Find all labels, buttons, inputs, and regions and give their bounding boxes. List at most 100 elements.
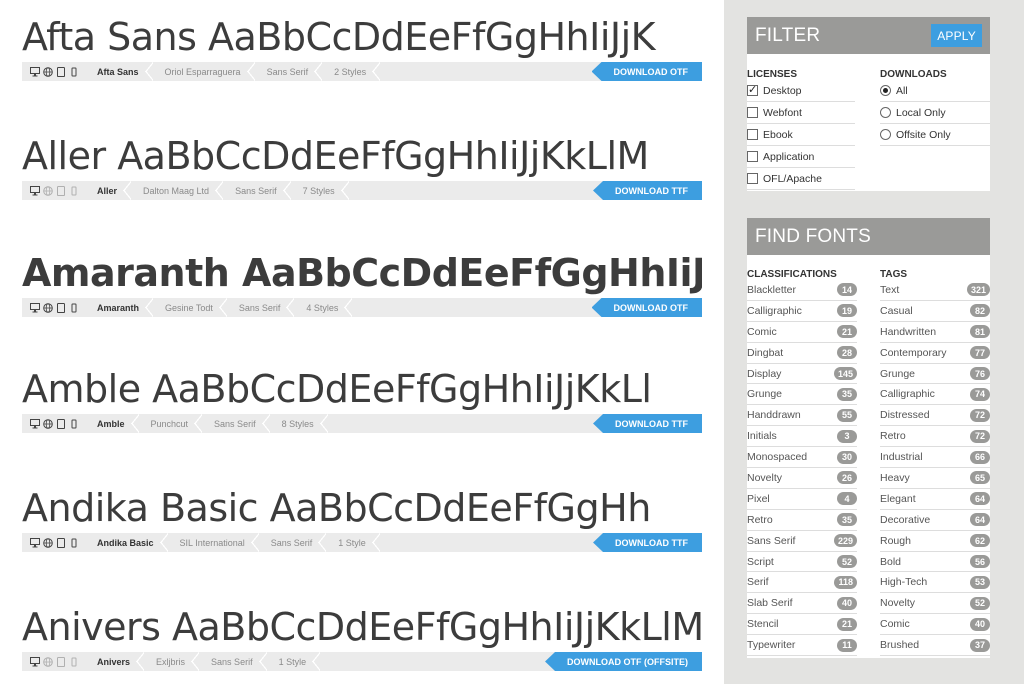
designer-link[interactable]: Exljbris xyxy=(144,652,200,671)
download-button[interactable]: DOWNLOAD OTF xyxy=(591,298,702,317)
tag-link[interactable]: Text 321 xyxy=(880,280,990,301)
tag-link-label[interactable]: Brushed xyxy=(880,639,919,651)
font-sample[interactable]: Amaranth AaBbCcDdEeFfGgHhIiJjKkL xyxy=(22,250,702,296)
classification-link[interactable]: Script 52 xyxy=(747,552,857,573)
tag-link-label[interactable]: Rough xyxy=(880,535,911,547)
classification-link[interactable]: Blackletter 14 xyxy=(747,280,857,301)
checkbox[interactable] xyxy=(747,83,758,96)
font-sample[interactable]: Andika Basic AaBbCcDdEeFfGgHh xyxy=(22,485,702,531)
download-button[interactable]: DOWNLOAD TTF xyxy=(593,414,702,433)
classification-link[interactable]: Sans Serif xyxy=(223,181,291,200)
classification-link-label[interactable]: Comic xyxy=(747,326,777,338)
classification-link[interactable]: Slab Serif 40 xyxy=(747,593,857,615)
font-name-link[interactable]: Anivers xyxy=(85,652,145,671)
designer-link[interactable]: SIL International xyxy=(168,533,259,552)
classification-link[interactable]: Sans Serif 229 xyxy=(747,531,857,552)
classification-link[interactable]: Novelty 26 xyxy=(747,468,857,489)
classification-link[interactable]: Serif 118 xyxy=(747,572,857,594)
classification-link[interactable]: Dingbat 28 xyxy=(747,343,857,364)
classification-link-label[interactable]: Dingbat xyxy=(747,347,783,359)
classification-link[interactable]: Sans Serif xyxy=(255,62,323,81)
styles-link[interactable]: 7 Styles xyxy=(291,181,349,200)
license-option[interactable]: OFL/Apache xyxy=(747,168,855,190)
tag-link[interactable]: Brushed 37 xyxy=(880,635,990,657)
tag-link[interactable]: Distressed 72 xyxy=(880,405,990,427)
tag-link-label[interactable]: Industrial xyxy=(880,451,923,463)
classification-link-label[interactable]: Monospaced xyxy=(747,451,807,463)
classification-link[interactable]: Grunge 35 xyxy=(747,384,857,406)
font-sample[interactable]: Amble AaBbCcDdEeFfGgHhIiJjKkLl xyxy=(22,366,702,412)
font-sample[interactable]: Aller AaBbCcDdEeFfGgHhIiJjKkLlM xyxy=(22,133,702,179)
tag-link-label[interactable]: Text xyxy=(880,284,899,296)
font-name-link[interactable]: Andika Basic xyxy=(85,533,168,552)
styles-link[interactable]: 2 Styles xyxy=(322,62,381,81)
classification-link-label[interactable]: Novelty xyxy=(747,472,782,484)
download-button[interactable]: DOWNLOAD OTF xyxy=(591,62,702,81)
designer-link[interactable]: Oriol Esparraguera xyxy=(153,62,255,81)
classification-link[interactable]: Sans Serif xyxy=(227,298,295,317)
styles-link[interactable]: 1 Style xyxy=(267,652,321,671)
tag-link-label[interactable]: Novelty xyxy=(880,597,915,609)
license-option[interactable]: Desktop xyxy=(747,80,855,102)
font-name-link[interactable]: Aller xyxy=(85,181,132,200)
tag-link[interactable]: Comic 40 xyxy=(880,614,990,636)
tag-link-label[interactable]: Contemporary xyxy=(880,347,947,359)
designer-link[interactable]: Dalton Maag Ltd xyxy=(131,181,224,200)
classification-link-label[interactable]: Initials xyxy=(747,430,777,442)
license-option[interactable]: Application xyxy=(747,146,855,168)
classification-link-label[interactable]: Calligraphic xyxy=(747,305,802,317)
classification-link[interactable]: Initials 3 xyxy=(747,426,857,448)
tag-link-label[interactable]: Retro xyxy=(880,430,906,442)
tag-link-label[interactable]: Grunge xyxy=(880,368,915,380)
classification-link[interactable]: Retro 35 xyxy=(747,510,857,531)
classification-link-label[interactable]: Script xyxy=(747,556,774,568)
tag-link[interactable]: High-Tech 53 xyxy=(880,572,990,594)
classification-link-label[interactable]: Grunge xyxy=(747,388,782,400)
checkbox[interactable] xyxy=(747,129,758,140)
classification-link-label[interactable]: Display xyxy=(747,368,781,380)
font-name-link[interactable]: Afta Sans xyxy=(85,62,153,81)
tag-link-label[interactable]: Heavy xyxy=(880,472,910,484)
designer-link[interactable]: Punchcut xyxy=(139,414,203,433)
tag-link[interactable]: Heavy 65 xyxy=(880,468,990,489)
tag-link[interactable]: Elegant 64 xyxy=(880,489,990,510)
classification-link-label[interactable]: Typewriter xyxy=(747,639,795,651)
tag-link[interactable]: Handwritten 81 xyxy=(880,322,990,343)
radio-button[interactable] xyxy=(880,129,891,140)
classification-link[interactable]: Monospaced 30 xyxy=(747,447,857,469)
classification-link[interactable]: Comic 21 xyxy=(747,322,857,343)
font-name-link[interactable]: Amble xyxy=(85,414,139,433)
checkbox[interactable] xyxy=(747,107,758,118)
classification-link[interactable]: Typewriter 11 xyxy=(747,635,857,657)
apply-button[interactable]: APPLY xyxy=(931,24,982,47)
tag-link[interactable]: Casual 82 xyxy=(880,301,990,322)
tag-link-label[interactable]: Decorative xyxy=(880,514,930,526)
license-option[interactable]: Ebook xyxy=(747,124,855,146)
tag-link[interactable]: Contemporary 77 xyxy=(880,343,990,364)
tag-link[interactable]: Calligraphic 74 xyxy=(880,384,990,406)
tag-link[interactable]: Industrial 66 xyxy=(880,447,990,469)
checkbox[interactable] xyxy=(747,173,758,184)
classification-link-label[interactable]: Serif xyxy=(747,576,769,588)
classification-link-label[interactable]: Stencil xyxy=(747,618,779,630)
tag-link-label[interactable]: Bold xyxy=(880,556,901,568)
tag-link-label[interactable]: Distressed xyxy=(880,409,930,421)
tag-link-label[interactable]: Calligraphic xyxy=(880,388,935,400)
tag-link-label[interactable]: Elegant xyxy=(880,493,916,505)
font-sample[interactable]: Anivers AaBbCcDdEeFfGgHhIiJjKkLlM xyxy=(22,604,702,650)
download-option[interactable]: Offsite Only xyxy=(880,124,990,146)
download-option[interactable]: Local Only xyxy=(880,102,990,124)
tag-link-label[interactable]: High-Tech xyxy=(880,576,927,588)
classification-link[interactable]: Calligraphic 19 xyxy=(747,301,857,322)
styles-link[interactable]: 1 Style xyxy=(326,533,380,552)
tag-link[interactable]: Grunge 76 xyxy=(880,364,990,385)
classification-link[interactable]: Display 145 xyxy=(747,364,857,385)
download-option[interactable]: All xyxy=(880,80,990,102)
radio-button[interactable] xyxy=(880,85,891,96)
tag-link[interactable]: Novelty 52 xyxy=(880,593,990,615)
classification-link-label[interactable]: Sans Serif xyxy=(747,535,795,547)
classification-link-label[interactable]: Pixel xyxy=(747,493,770,505)
tag-link-label[interactable]: Casual xyxy=(880,305,913,317)
classification-link[interactable]: Sans Serif xyxy=(259,533,327,552)
download-button[interactable]: DOWNLOAD TTF xyxy=(593,533,702,552)
